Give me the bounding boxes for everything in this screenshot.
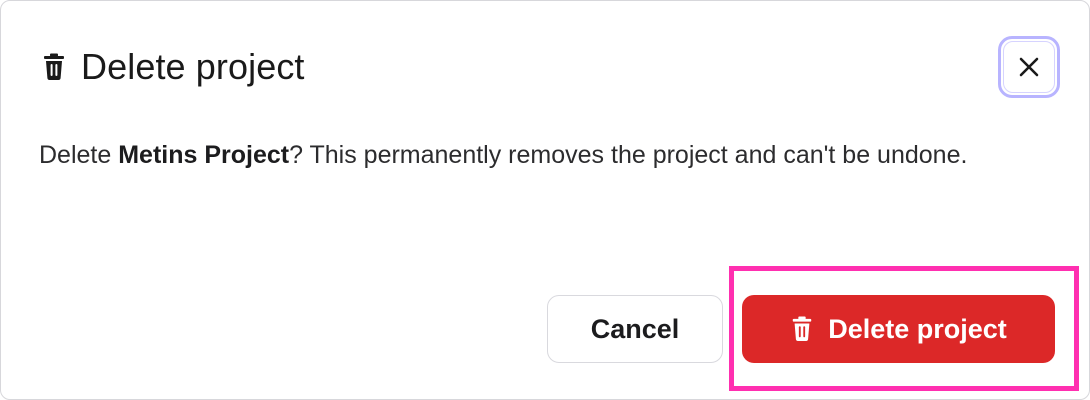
close-icon bbox=[1018, 56, 1040, 78]
trash-icon bbox=[41, 53, 67, 81]
message-prefix: Delete bbox=[39, 141, 119, 169]
dialog-message: Delete Metins Project? This permanently … bbox=[39, 134, 1059, 177]
trash-icon bbox=[790, 316, 814, 342]
dialog-header: Delete project bbox=[41, 45, 305, 89]
close-button[interactable] bbox=[998, 36, 1060, 98]
dialog-title: Delete project bbox=[81, 46, 305, 87]
delete-button-label: Delete project bbox=[828, 313, 1007, 344]
delete-project-dialog: Delete project Delete Metins Project? Th… bbox=[0, 0, 1090, 400]
cancel-button[interactable]: Cancel bbox=[547, 295, 723, 363]
message-suffix: ? This permanently removes the project a… bbox=[289, 141, 968, 169]
delete-project-button[interactable]: Delete project bbox=[742, 295, 1055, 363]
project-name: Metins Project bbox=[118, 141, 290, 169]
